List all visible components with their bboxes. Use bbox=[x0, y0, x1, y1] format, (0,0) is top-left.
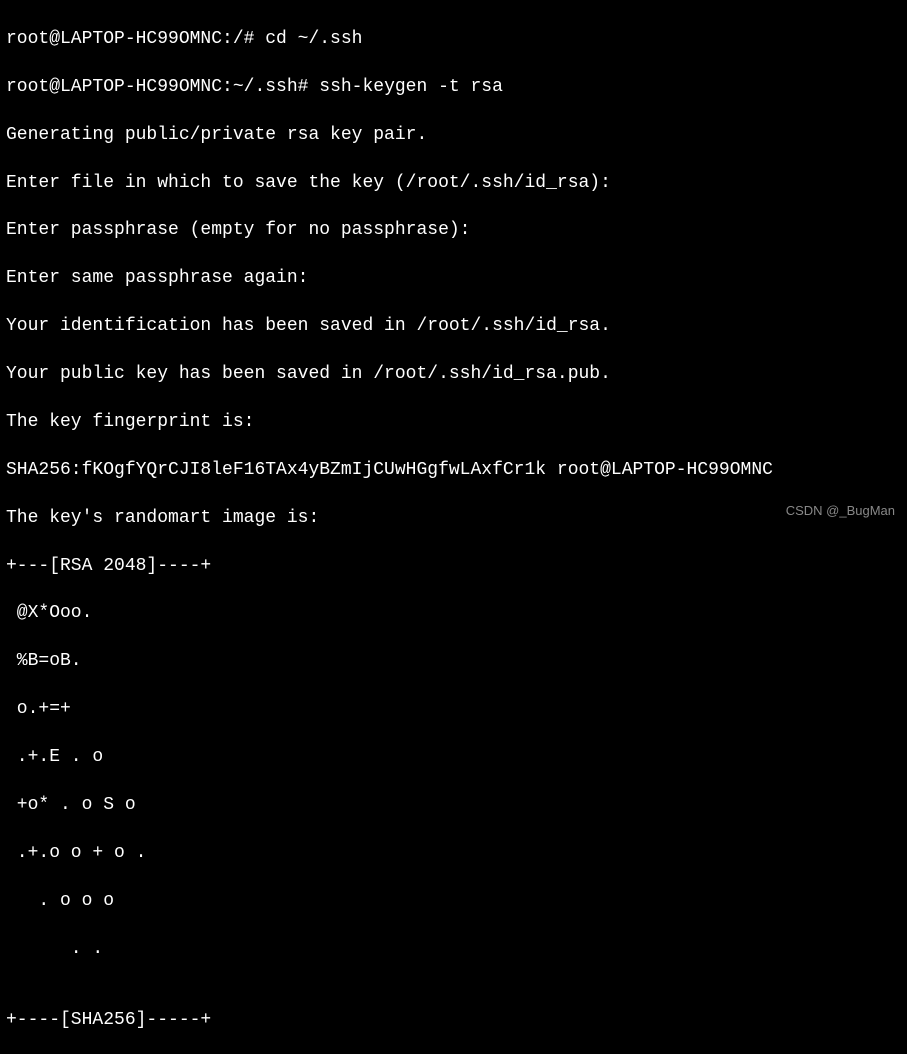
terminal-output[interactable]: root@LAPTOP-HC99OMNC:/# cd ~/.ssh root@L… bbox=[6, 4, 901, 1054]
shell-command: cd ~/.ssh bbox=[265, 29, 362, 49]
randomart-row: . . bbox=[6, 938, 901, 962]
randomart-row: .+.o o + o . bbox=[6, 842, 901, 866]
output-line: The key fingerprint is: bbox=[6, 411, 901, 435]
fingerprint-line: SHA256:fKOgfYQrCJI8leF16TAx4yBZmIjCUwHGg… bbox=[6, 459, 901, 483]
randomart-row: o.+=+ bbox=[6, 698, 901, 722]
shell-command: ssh-keygen -t rsa bbox=[319, 77, 503, 97]
randomart-row: %B=oB. bbox=[6, 650, 901, 674]
output-line: Generating public/private rsa key pair. bbox=[6, 124, 901, 148]
shell-prompt: root@LAPTOP-HC99OMNC:~/.ssh# bbox=[6, 77, 319, 97]
output-line: Your identification has been saved in /r… bbox=[6, 315, 901, 339]
randomart-row: . o o o bbox=[6, 890, 901, 914]
output-line: Your public key has been saved in /root/… bbox=[6, 363, 901, 387]
randomart-border: +---[RSA 2048]----+ bbox=[6, 555, 901, 579]
watermark-text: CSDN @_BugMan bbox=[786, 502, 895, 519]
randomart-border: +----[SHA256]-----+ bbox=[6, 1009, 901, 1033]
randomart-row: .+.E . o bbox=[6, 746, 901, 770]
output-line: The key's randomart image is: bbox=[6, 507, 901, 531]
output-line: Enter same passphrase again: bbox=[6, 267, 901, 291]
output-line: Enter file in which to save the key (/ro… bbox=[6, 172, 901, 196]
shell-prompt: root@LAPTOP-HC99OMNC:/# bbox=[6, 29, 265, 49]
randomart-row: @X*Ooo. bbox=[6, 602, 901, 626]
output-line: Enter passphrase (empty for no passphras… bbox=[6, 219, 901, 243]
randomart-row: +o* . o S o bbox=[6, 794, 901, 818]
